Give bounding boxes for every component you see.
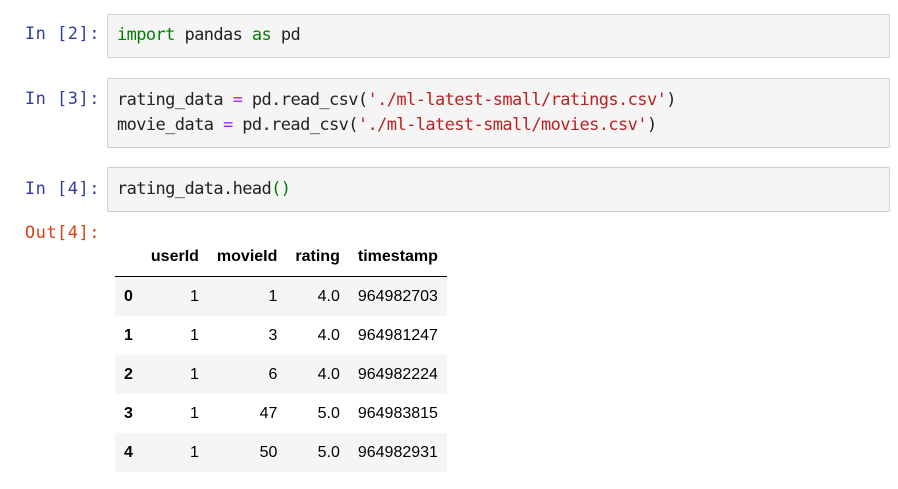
cell-movieid: 50	[259, 443, 278, 461]
code-line: import pandas as pd	[117, 23, 880, 48]
table-row: 1 1 3 4.0 964981247	[115, 316, 447, 355]
cell-movieid: 3	[268, 326, 278, 344]
code-text: pd.read_csv(	[242, 90, 368, 110]
cell-movieid: 1	[268, 287, 278, 305]
code-text: pd	[271, 25, 301, 45]
dataframe-output-table: userId movieId rating timestamp 0 1 1 4.…	[115, 238, 447, 472]
column-header-movieid: movieId	[207, 238, 287, 277]
cell-rating: 4.0	[317, 365, 340, 383]
column-header-timestamp: timestamp	[348, 238, 447, 277]
code-line: rating_data.head()	[117, 177, 880, 202]
cell-userid: 1	[190, 365, 199, 383]
code-cell-head[interactable]: rating_data.head()	[107, 167, 890, 212]
cell-rating: 5.0	[317, 443, 340, 461]
code-line: movie_data = pd.read_csv('./ml-latest-sm…	[117, 113, 880, 138]
cell-timestamp: 964983815	[357, 404, 438, 422]
cell-timestamp: 964982931	[357, 443, 438, 461]
cell-rating: 5.0	[317, 404, 340, 422]
operator-assign: =	[232, 90, 243, 110]
column-header-userid: userId	[141, 238, 208, 277]
index-column-header	[115, 238, 142, 277]
keyword-as: as	[251, 25, 272, 45]
cell-rating: 4.0	[317, 287, 340, 305]
operator-assign: =	[222, 115, 233, 135]
code-line: rating_data = pd.read_csv('./ml-latest-s…	[117, 88, 880, 113]
cell-userid: 1	[190, 287, 199, 305]
cell-userid: 1	[190, 443, 199, 461]
keyword-import: import	[117, 25, 175, 45]
row-index: 1	[124, 326, 133, 344]
code-text: pd.read_csv(	[232, 115, 358, 135]
output-prompt: Out[4]:	[24, 223, 100, 243]
cell-movieid: 6	[268, 365, 278, 383]
cell-rating: 4.0	[317, 326, 340, 344]
cell-userid: 1	[190, 404, 199, 422]
string-literal: './ml-latest-small/ratings.csv'	[367, 90, 667, 110]
table-row: 2 1 6 4.0 964982224	[115, 355, 447, 394]
input-prompt: In [3]:	[24, 89, 100, 109]
string-literal: './ml-latest-small/movies.csv'	[357, 115, 648, 135]
code-text: )	[666, 90, 676, 110]
row-index: 2	[124, 365, 133, 383]
row-index: 3	[124, 404, 133, 422]
code-cell-read-csv[interactable]: rating_data = pd.read_csv('./ml-latest-s…	[107, 78, 890, 148]
row-index: 4	[124, 443, 133, 461]
table-header-row: userId movieId rating timestamp	[115, 238, 447, 277]
column-header-rating: rating	[286, 238, 349, 277]
input-prompt: In [4]:	[24, 179, 100, 199]
code-text: rating_data	[117, 90, 233, 110]
table-row: 0 1 1 4.0 964982703	[115, 276, 447, 316]
row-index: 0	[124, 287, 133, 305]
code-text: rating_data.head	[117, 179, 272, 199]
table-row: 3 1 47 5.0 964983815	[115, 394, 447, 433]
parentheses: ()	[271, 179, 291, 199]
code-text: )	[646, 115, 657, 135]
cell-timestamp: 964982703	[357, 287, 438, 305]
cell-timestamp: 964982224	[357, 365, 438, 383]
input-prompt: In [2]:	[24, 24, 100, 44]
cell-movieid: 47	[259, 404, 278, 422]
cell-userid: 1	[190, 326, 199, 344]
code-text: pandas	[174, 25, 252, 45]
code-text: movie_data	[117, 115, 223, 135]
table-row: 4 1 50 5.0 964982931	[115, 433, 447, 472]
code-cell-import[interactable]: import pandas as pd	[107, 14, 890, 58]
cell-timestamp: 964981247	[357, 326, 438, 344]
